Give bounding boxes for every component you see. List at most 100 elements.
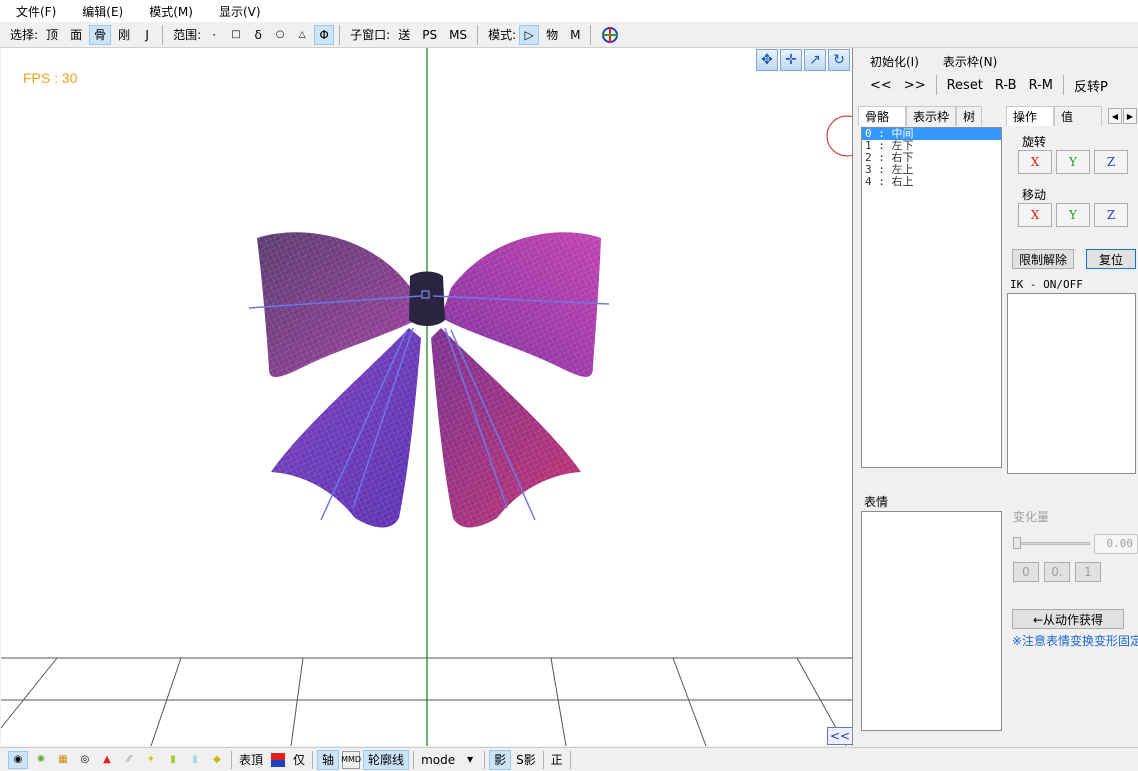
vertex-mode-icon[interactable]: ◉	[8, 750, 28, 769]
set-one-button[interactable]: 1	[1075, 562, 1101, 582]
mode-play-button[interactable]: ▷	[519, 24, 540, 45]
expression-label: 表情	[864, 495, 889, 509]
tab-scroll-right-icon[interactable]: ▶	[1123, 108, 1137, 124]
bone-list[interactable]: 0 : 中间 1 : 左下 2 : 右下 3 : 左上 4 : 右上	[861, 127, 1002, 468]
subwindow-ms-button[interactable]: MS	[444, 25, 472, 45]
view-tools: ✥ ✛ ↗ ↻	[756, 49, 850, 71]
limit-release-button[interactable]: 限制解除	[1012, 249, 1074, 269]
only-toggle[interactable]: 仅	[289, 751, 309, 768]
menu-file[interactable]: 文件(F)	[0, 3, 66, 20]
material-icon[interactable]: ✺	[32, 751, 50, 769]
range-phi-button[interactable]: Φ	[314, 24, 335, 45]
expression-list[interactable]	[861, 511, 1002, 731]
set-half-button[interactable]: 0.	[1044, 562, 1070, 582]
get-from-motion-button[interactable]: ←从动作获得	[1012, 609, 1124, 629]
change-slider-track[interactable]	[1014, 542, 1090, 545]
rotate-z-button[interactable]: Z	[1094, 150, 1128, 174]
dropdown-arrow-icon[interactable]: ▼	[461, 751, 479, 769]
menu-initialize[interactable]: 初始化(I)	[856, 53, 929, 70]
menu-edit[interactable]: 编辑(E)	[66, 3, 133, 20]
select-face-button[interactable]: 面	[65, 25, 87, 45]
reset-pose-button[interactable]: 复位	[1086, 249, 1136, 269]
status-separator	[231, 750, 232, 769]
front-toggle[interactable]: 正	[547, 751, 567, 768]
rigid-icon[interactable]: ▮	[186, 751, 204, 769]
color-swatch-icon[interactable]	[269, 751, 287, 769]
tab-value[interactable]: 值	[1054, 106, 1102, 126]
menu-display-frame[interactable]: 表示枠(N)	[929, 53, 1007, 70]
list-item[interactable]: 4 : 右上	[862, 176, 1001, 188]
toolbar: 选择: 顶 面 骨 刚 J 范围: · □ δ ○ △ Φ 子窗口: 送 PS …	[0, 22, 1138, 48]
self-shadow-toggle[interactable]: S影	[512, 751, 540, 768]
select-joint-button[interactable]: J	[137, 25, 157, 45]
reset-view-icon[interactable]: ↻	[828, 49, 850, 71]
operation-tabs: 操作 值	[1006, 106, 1102, 126]
move-z-button[interactable]: Z	[1094, 203, 1128, 227]
range-triangle-button[interactable]: △	[292, 25, 312, 45]
zoom-view-icon[interactable]: ↗	[804, 49, 826, 71]
range-point-button[interactable]: ·	[204, 25, 224, 45]
select-bone-button[interactable]: 骨	[89, 24, 112, 45]
bone-icon[interactable]: ▮	[164, 751, 182, 769]
rotate-view-icon[interactable]: ✥	[756, 49, 778, 71]
prev-button[interactable]: <<	[864, 78, 898, 93]
change-amount-label: 变化量	[1013, 510, 1050, 524]
reset-button[interactable]: Reset	[941, 78, 989, 93]
fps-counter: FPS : 30	[23, 70, 78, 86]
mode-dropdown[interactable]: mode	[417, 753, 459, 767]
mode-physics-button[interactable]: 物	[541, 25, 563, 45]
menu-mode[interactable]: 模式(M)	[133, 3, 203, 20]
mode-m-button[interactable]: M	[565, 25, 585, 45]
crosshair-icon[interactable]	[596, 25, 624, 45]
menu-display[interactable]: 显示(V)	[203, 3, 271, 20]
joint-icon[interactable]: ◆	[208, 751, 226, 769]
rotation-gizmo	[826, 115, 852, 157]
3d-viewport[interactable]: FPS : 30 ✥ ✛ ↗ ↻ <<	[1, 48, 853, 746]
shadow-toggle[interactable]: 影	[489, 749, 512, 770]
next-button[interactable]: >>	[898, 78, 932, 93]
mmd-icon[interactable]: MMD	[341, 750, 361, 769]
status-separator	[542, 750, 544, 769]
menu-bar: 文件(F) 编辑(E) 模式(M) 显示(V)	[0, 0, 1138, 22]
bone-panel: 初始化(I) 表示枠(N) << >> Reset R-B R-M 反转P 骨骼…	[856, 48, 1138, 746]
set-zero-button[interactable]: 0	[1013, 562, 1039, 582]
expression-note: ※注意表情变换变形固定	[1012, 634, 1138, 648]
range-circle-button[interactable]: ○	[270, 25, 290, 45]
triangle-icon[interactable]: ▲	[98, 751, 116, 769]
point-icon[interactable]: ◎	[76, 751, 94, 769]
change-slider-thumb[interactable]	[1013, 537, 1021, 549]
tab-bones[interactable]: 骨骼	[858, 106, 906, 126]
move-x-button[interactable]: X	[1018, 203, 1052, 227]
move-y-button[interactable]: Y	[1056, 203, 1090, 227]
select-vertex-button[interactable]: 顶	[41, 25, 63, 45]
scene-canvas[interactable]	[1, 48, 853, 746]
toolbar-separator	[935, 75, 937, 95]
tab-tree[interactable]: 树	[956, 106, 983, 126]
flip-p-button[interactable]: 反转P	[1068, 76, 1114, 95]
range-rect-button[interactable]: □	[226, 25, 246, 45]
tab-display-frame[interactable]: 表示枠	[906, 106, 957, 126]
subwindow-ps-button[interactable]: PS	[417, 25, 442, 45]
move-view-icon[interactable]: ✛	[780, 49, 802, 71]
axis-toggle[interactable]: 轴	[317, 749, 340, 770]
outline-toggle[interactable]: 轮廓线	[363, 749, 410, 770]
select-rigid-button[interactable]: 刚	[113, 25, 135, 45]
subwindow-send-button[interactable]: 送	[393, 25, 415, 45]
light-icon[interactable]: ✦	[142, 751, 160, 769]
status-bar: ◉ ✺ ▦ ◎ ▲ ⁄⁄ ✦ ▮ ▮ ◆ 表頂 仅 轴 MMD 轮廓线 mode…	[0, 747, 1138, 771]
rm-button[interactable]: R-M	[1023, 78, 1059, 93]
mode-label: 模式:	[488, 28, 517, 42]
ik-list[interactable]	[1007, 293, 1136, 474]
change-value-input[interactable]: 0.00	[1094, 534, 1138, 554]
collapse-panel-button[interactable]: <<	[827, 727, 852, 745]
rb-button[interactable]: R-B	[989, 78, 1023, 93]
rotate-x-button[interactable]: X	[1018, 150, 1052, 174]
range-delta-button[interactable]: δ	[248, 25, 268, 45]
face-top-toggle[interactable]: 表頂	[235, 751, 267, 768]
texture-icon[interactable]: ▦	[54, 751, 72, 769]
wire-icon[interactable]: ⁄⁄	[120, 751, 138, 769]
rotate-y-button[interactable]: Y	[1056, 150, 1090, 174]
tab-scroll-left-icon[interactable]: ◀	[1108, 108, 1122, 124]
tab-operation[interactable]: 操作	[1006, 106, 1054, 126]
status-separator	[569, 750, 571, 769]
